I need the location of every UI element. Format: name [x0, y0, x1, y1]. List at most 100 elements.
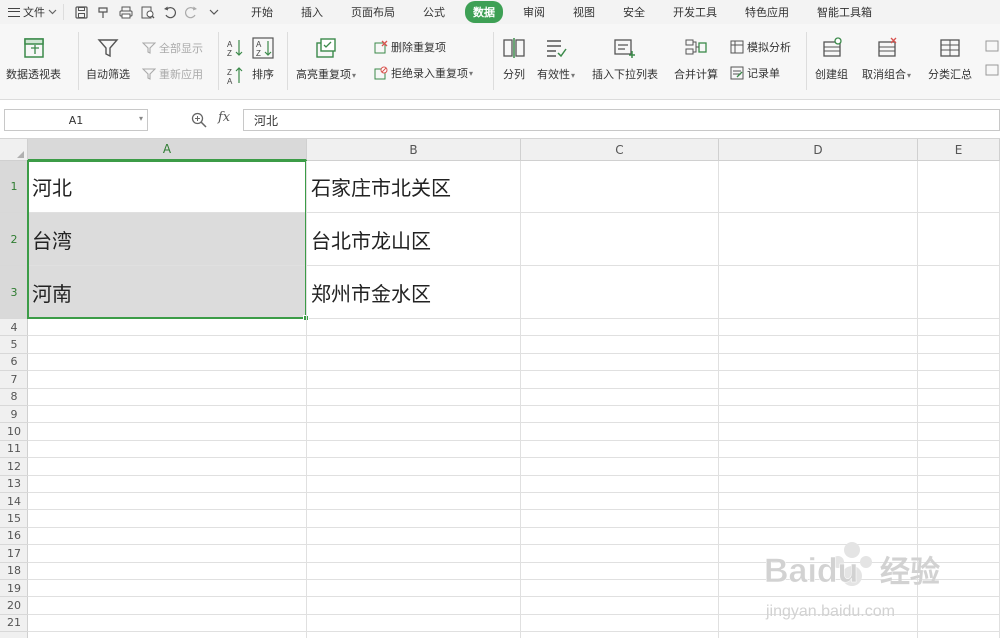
file-menu-button[interactable]: 文件	[0, 0, 63, 24]
sort-button[interactable]: AZ 排序	[251, 36, 275, 82]
formula-input[interactable]: 河北	[243, 109, 1000, 131]
remove-duplicates-button[interactable]: 删除重复项	[374, 39, 446, 55]
print-preview-icon[interactable]	[140, 5, 155, 20]
record-form-button[interactable]: 记录单	[730, 65, 780, 81]
auto-filter-label: 自动筛选	[86, 68, 130, 81]
row-header-8[interactable]: 8	[0, 389, 28, 406]
tab-page-layout[interactable]: 页面布局	[343, 1, 403, 23]
row-header-6[interactable]: 6	[0, 354, 28, 372]
tab-insert[interactable]: 插入	[293, 1, 331, 23]
what-if-analysis-label: 模拟分析	[747, 41, 791, 54]
cell-b2[interactable]: 台北市龙山区	[307, 213, 520, 265]
column-header-d[interactable]: D	[719, 139, 918, 161]
insert-function-button[interactable]: fx	[218, 110, 230, 125]
row-header-4[interactable]: 4	[0, 319, 28, 337]
tab-security[interactable]: 安全	[615, 1, 653, 23]
dropdown-list-icon	[614, 39, 635, 58]
row-header-10[interactable]: 10	[0, 423, 28, 441]
save-icon[interactable]	[74, 5, 89, 20]
column-header-e[interactable]: E	[918, 139, 1000, 161]
tab-smart-toolbox[interactable]: 智能工具箱	[809, 1, 880, 23]
validation-icon	[547, 40, 567, 58]
column-header-a[interactable]: A	[28, 139, 307, 161]
ribbon-separator	[493, 32, 494, 90]
row-header-1[interactable]: 1	[0, 161, 28, 213]
row-header-21[interactable]: 21	[0, 615, 28, 633]
svg-text:A: A	[227, 77, 233, 86]
row-header-17[interactable]: 17	[0, 545, 28, 563]
tab-developer[interactable]: 开发工具	[665, 1, 725, 23]
print-icon[interactable]	[118, 5, 133, 20]
subtotal-button[interactable]: 分类汇总	[928, 36, 972, 82]
tab-review[interactable]: 审阅	[515, 1, 553, 23]
row-header-2[interactable]: 2	[0, 213, 28, 266]
zoom-search-icon[interactable]	[191, 112, 207, 128]
chevron-down-icon	[48, 9, 57, 15]
select-all-corner[interactable]	[0, 139, 28, 161]
tab-home[interactable]: 开始	[243, 1, 281, 23]
tab-formulas[interactable]: 公式	[415, 1, 453, 23]
sort-ascending-button[interactable]: AZ	[226, 38, 244, 58]
row-header-19[interactable]: 19	[0, 580, 28, 598]
column-header-c[interactable]: C	[521, 139, 719, 161]
pivot-table-button[interactable]: 数据透视表	[6, 36, 61, 82]
svg-text:A: A	[227, 40, 233, 49]
column-header-b[interactable]: B	[307, 139, 521, 161]
row-header-13[interactable]: 13	[0, 476, 28, 493]
show-all-button[interactable]: 全部显示	[142, 40, 203, 56]
row-header-9[interactable]: 9	[0, 406, 28, 424]
svg-text:Z: Z	[256, 49, 261, 58]
row-header-18[interactable]: 18	[0, 563, 28, 580]
file-menu-label: 文件	[23, 6, 45, 19]
redo-icon[interactable]	[184, 5, 199, 20]
insert-dropdown-list-button[interactable]: 插入下拉列表	[592, 36, 658, 82]
tab-special-apps[interactable]: 特色应用	[737, 1, 797, 23]
row-header-20[interactable]: 20	[0, 597, 28, 615]
row-header-3[interactable]: 3	[0, 266, 28, 319]
formula-bar: A1 ▾ fx 河北	[0, 101, 1000, 139]
undo-icon[interactable]	[162, 5, 177, 20]
format-painter-icon[interactable]	[96, 5, 111, 20]
validation-button[interactable]: 有效性▾	[537, 36, 575, 82]
cell-a3[interactable]: 河南	[28, 266, 306, 318]
cell-grid[interactable]: 河北 石家庄市北关区 台湾 台北市龙山区 河南 郑州市金水区	[27, 160, 1000, 638]
cell-b3[interactable]: 郑州市金水区	[307, 266, 520, 318]
row-header-7[interactable]: 7	[0, 371, 28, 389]
customize-toolbar-icon[interactable]	[206, 5, 221, 20]
row-header-14[interactable]: 14	[0, 493, 28, 511]
row-header-11[interactable]: 11	[0, 441, 28, 459]
grid-line	[28, 613, 1000, 615]
sort-descending-button[interactable]: ZA	[226, 66, 244, 86]
sort-ascending-icon: AZ	[227, 40, 243, 58]
consolidate-icon	[685, 39, 707, 55]
grid-line	[28, 492, 1000, 493]
name-box[interactable]: A1 ▾	[4, 109, 148, 131]
chevron-down-icon[interactable]: ▾	[139, 114, 143, 123]
dropdown-caret-icon: ▾	[352, 71, 357, 80]
create-group-button[interactable]: 创建组	[815, 36, 848, 82]
row-header-15[interactable]: 15	[0, 510, 28, 528]
highlight-duplicates-button[interactable]: 高亮重复项▾	[296, 36, 356, 82]
grid-line	[28, 596, 1000, 598]
auto-filter-button[interactable]: 自动筛选	[86, 36, 130, 82]
reject-duplicates-button[interactable]: 拒绝录入重复项 ▾	[374, 65, 473, 81]
split-column-button[interactable]: 分列	[502, 36, 526, 82]
tab-view[interactable]: 视图	[565, 1, 603, 23]
pivot-table-label: 数据透视表	[6, 68, 61, 81]
row-header-5[interactable]: 5	[0, 336, 28, 354]
row-header-16[interactable]: 16	[0, 528, 28, 546]
cell-b1[interactable]: 石家庄市北关区	[307, 161, 520, 212]
record-form-label: 记录单	[747, 67, 780, 80]
cell-a1[interactable]: 河北	[28, 161, 306, 212]
what-if-analysis-button[interactable]: 模拟分析	[730, 39, 791, 55]
row-header-12[interactable]: 12	[0, 458, 28, 476]
create-group-label: 创建组	[815, 68, 848, 81]
reapply-button[interactable]: 重新应用	[142, 66, 203, 82]
cell-a2[interactable]: 台湾	[28, 213, 306, 265]
dropdown-caret-icon: ▾	[907, 71, 912, 80]
consolidate-button[interactable]: 合并计算	[674, 36, 718, 82]
tab-data[interactable]: 数据	[465, 1, 503, 23]
ribbon-overflow-button[interactable]	[985, 39, 999, 79]
ungroup-button[interactable]: 取消组合▾	[862, 36, 911, 82]
grid-line	[28, 335, 1000, 337]
